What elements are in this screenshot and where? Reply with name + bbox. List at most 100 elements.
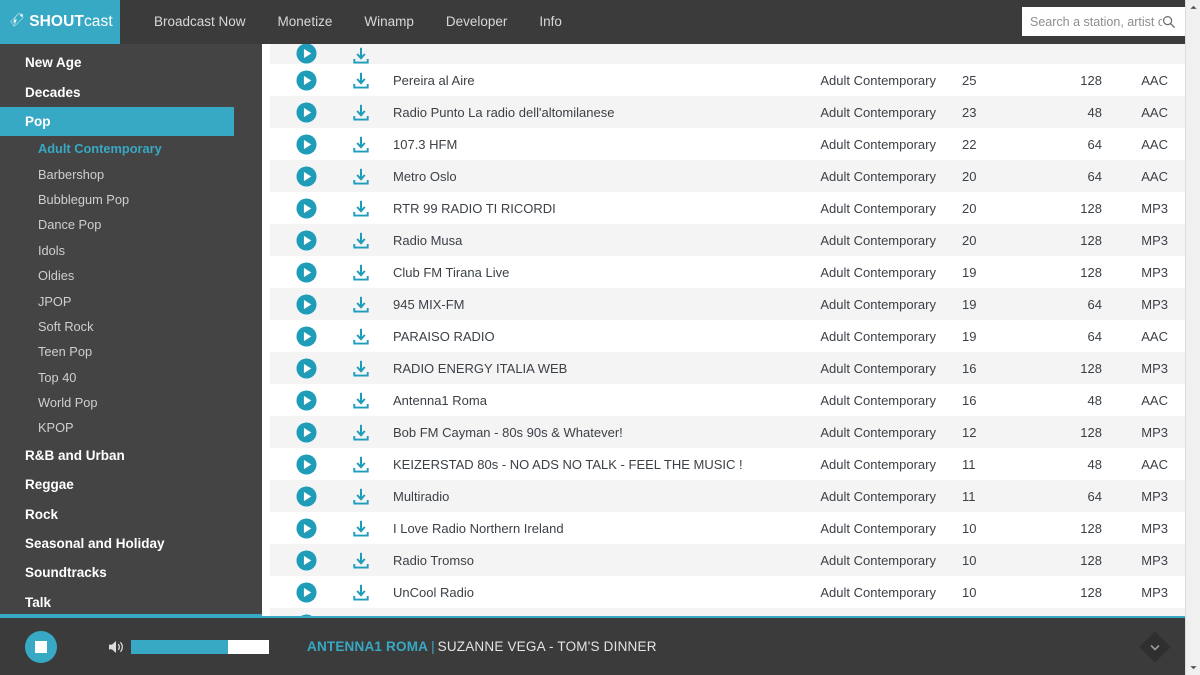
table-row[interactable]: Antenna1 Roma Adult Contemporary 16 48 AAC bbox=[270, 384, 1200, 416]
sidebar-item-idols[interactable]: Idols bbox=[0, 238, 262, 263]
table-row[interactable]: RADIO ENERGY ITALIA WEB Adult Contemporar… bbox=[270, 352, 1200, 384]
table-row[interactable]: Club FM Tirana Live Adult Contemporary 19 1… bbox=[270, 256, 1200, 288]
sidebar-item-adult-contemporary[interactable]: Adult Contemporary bbox=[0, 136, 262, 161]
download-button[interactable] bbox=[342, 168, 380, 185]
download-button[interactable] bbox=[342, 328, 380, 345]
download-button[interactable] bbox=[342, 232, 380, 249]
download-button[interactable] bbox=[342, 456, 380, 473]
sidebar-item-dance-pop[interactable]: Dance Pop bbox=[0, 212, 262, 237]
play-icon[interactable] bbox=[295, 101, 317, 123]
table-row[interactable]: Multiradio Adult Contemporary 11 64 MP3 bbox=[270, 480, 1200, 512]
sidebar-item-talk[interactable]: Talk bbox=[0, 588, 262, 617]
table-row[interactable]: Radio Tromso Adult Contemporary 10 128 MP3 bbox=[270, 544, 1200, 576]
play-button[interactable] bbox=[270, 133, 342, 155]
download-button[interactable] bbox=[342, 392, 380, 409]
play-button[interactable] bbox=[270, 69, 342, 91]
nav-link-broadcast-now[interactable]: Broadcast Now bbox=[138, 0, 262, 44]
sidebar-item-reggae[interactable]: Reggae bbox=[0, 470, 262, 499]
play-icon[interactable] bbox=[295, 261, 317, 283]
volume-slider[interactable] bbox=[131, 639, 269, 654]
stop-button[interactable] bbox=[25, 630, 57, 663]
page-scroll-down-arrow[interactable] bbox=[1186, 660, 1200, 675]
station-list-panel[interactable]: Pereira al Aire Adult Contemporary 25 128 AA… bbox=[270, 44, 1200, 616]
download-icon[interactable] bbox=[353, 104, 369, 121]
download-button[interactable] bbox=[342, 136, 380, 153]
search-input[interactable] bbox=[1022, 8, 1162, 35]
play-icon[interactable] bbox=[295, 485, 317, 507]
table-row[interactable] bbox=[270, 44, 1200, 64]
genre-sidebar[interactable]: New Age Decades Pop Adult Contemporary Barbe… bbox=[0, 44, 262, 616]
download-icon[interactable] bbox=[353, 136, 369, 153]
download-icon[interactable] bbox=[353, 296, 369, 313]
download-icon[interactable] bbox=[353, 584, 369, 601]
play-icon[interactable] bbox=[295, 165, 317, 187]
play-icon[interactable] bbox=[295, 357, 317, 379]
sidebar-item-oldies[interactable]: Oldies bbox=[0, 263, 262, 288]
sidebar-item-seasonal-and-holiday[interactable]: Seasonal and Holiday bbox=[0, 529, 262, 558]
play-icon[interactable] bbox=[295, 197, 317, 219]
play-button[interactable] bbox=[270, 453, 342, 475]
play-button[interactable] bbox=[270, 421, 342, 443]
play-icon[interactable] bbox=[295, 549, 317, 571]
play-icon[interactable] bbox=[295, 421, 317, 443]
download-icon[interactable] bbox=[353, 552, 369, 569]
download-icon[interactable] bbox=[353, 424, 369, 441]
sidebar-item-rock[interactable]: Rock bbox=[0, 499, 262, 528]
page-scrollbar[interactable] bbox=[1185, 0, 1200, 675]
download-icon[interactable] bbox=[353, 72, 369, 89]
table-row[interactable]: Metro Oslo Adult Contemporary 20 64 AAC bbox=[270, 160, 1200, 192]
download-icon[interactable] bbox=[353, 328, 369, 345]
table-row[interactable]: Radio Punto La radio dell'altomilanese Ad… bbox=[270, 96, 1200, 128]
table-row[interactable]: Pereira al Aire Adult Contemporary 25 128 AA… bbox=[270, 64, 1200, 96]
play-button[interactable] bbox=[270, 517, 342, 539]
download-icon[interactable] bbox=[353, 392, 369, 409]
table-row[interactable]: The Grand @ 101Adult Contemporary848AAC bbox=[270, 608, 1200, 616]
play-icon[interactable] bbox=[295, 453, 317, 475]
nav-link-info[interactable]: Info bbox=[523, 0, 578, 44]
search-icon[interactable] bbox=[1162, 15, 1176, 29]
volume-icon[interactable] bbox=[109, 640, 125, 654]
play-button[interactable] bbox=[270, 325, 342, 347]
table-row[interactable]: KEIZERSTAD 80s - NO ADS NO TALK - FEEL T… bbox=[270, 448, 1200, 480]
download-button[interactable] bbox=[342, 488, 380, 505]
sidebar-item-decades[interactable]: Decades bbox=[0, 77, 262, 106]
download-button[interactable] bbox=[342, 360, 380, 377]
download-button[interactable] bbox=[342, 47, 380, 64]
download-button[interactable] bbox=[342, 200, 380, 217]
play-button[interactable] bbox=[270, 581, 342, 603]
download-icon[interactable] bbox=[353, 488, 369, 505]
sidebar-item-soundtracks[interactable]: Soundtracks bbox=[0, 558, 262, 587]
play-button[interactable] bbox=[270, 165, 342, 187]
play-button[interactable] bbox=[270, 549, 342, 571]
download-button[interactable] bbox=[342, 104, 380, 121]
download-button[interactable] bbox=[342, 424, 380, 441]
table-row[interactable]: PARAISO RADIO Adult Contemporary 19 64 AAC bbox=[270, 320, 1200, 352]
collapse-player-button[interactable] bbox=[1139, 630, 1171, 663]
sidebar-item-pop[interactable]: Pop bbox=[0, 106, 234, 137]
play-icon[interactable] bbox=[295, 293, 317, 315]
download-button[interactable] bbox=[342, 296, 380, 313]
table-row[interactable]: Bob FM Cayman - 80s 90s & Whatever! Adult… bbox=[270, 416, 1200, 448]
search-box[interactable] bbox=[1022, 7, 1188, 36]
download-icon[interactable] bbox=[353, 232, 369, 249]
download-icon[interactable] bbox=[353, 360, 369, 377]
play-button[interactable] bbox=[270, 197, 342, 219]
download-icon[interactable] bbox=[353, 47, 369, 64]
download-icon[interactable] bbox=[353, 200, 369, 217]
table-row[interactable]: 945 MIX-FM Adult Contemporary 19 64 MP3 bbox=[270, 288, 1200, 320]
play-icon[interactable] bbox=[295, 517, 317, 539]
play-icon[interactable] bbox=[295, 44, 317, 64]
play-button[interactable] bbox=[270, 293, 342, 315]
sidebar-item-jpop[interactable]: JPOP bbox=[0, 288, 262, 313]
sidebar-item-r-b-and-urban[interactable]: R&B and Urban bbox=[0, 441, 262, 470]
sidebar-item-barbershop[interactable]: Barbershop bbox=[0, 162, 262, 187]
download-button[interactable] bbox=[342, 72, 380, 89]
play-button[interactable] bbox=[270, 261, 342, 283]
download-icon[interactable] bbox=[353, 520, 369, 537]
play-button[interactable] bbox=[270, 229, 342, 251]
play-button[interactable] bbox=[270, 44, 342, 64]
nav-link-winamp[interactable]: Winamp bbox=[348, 0, 430, 44]
download-icon[interactable] bbox=[353, 168, 369, 185]
sidebar-item-bubblegum-pop[interactable]: Bubblegum Pop bbox=[0, 187, 262, 212]
download-button[interactable] bbox=[342, 264, 380, 281]
